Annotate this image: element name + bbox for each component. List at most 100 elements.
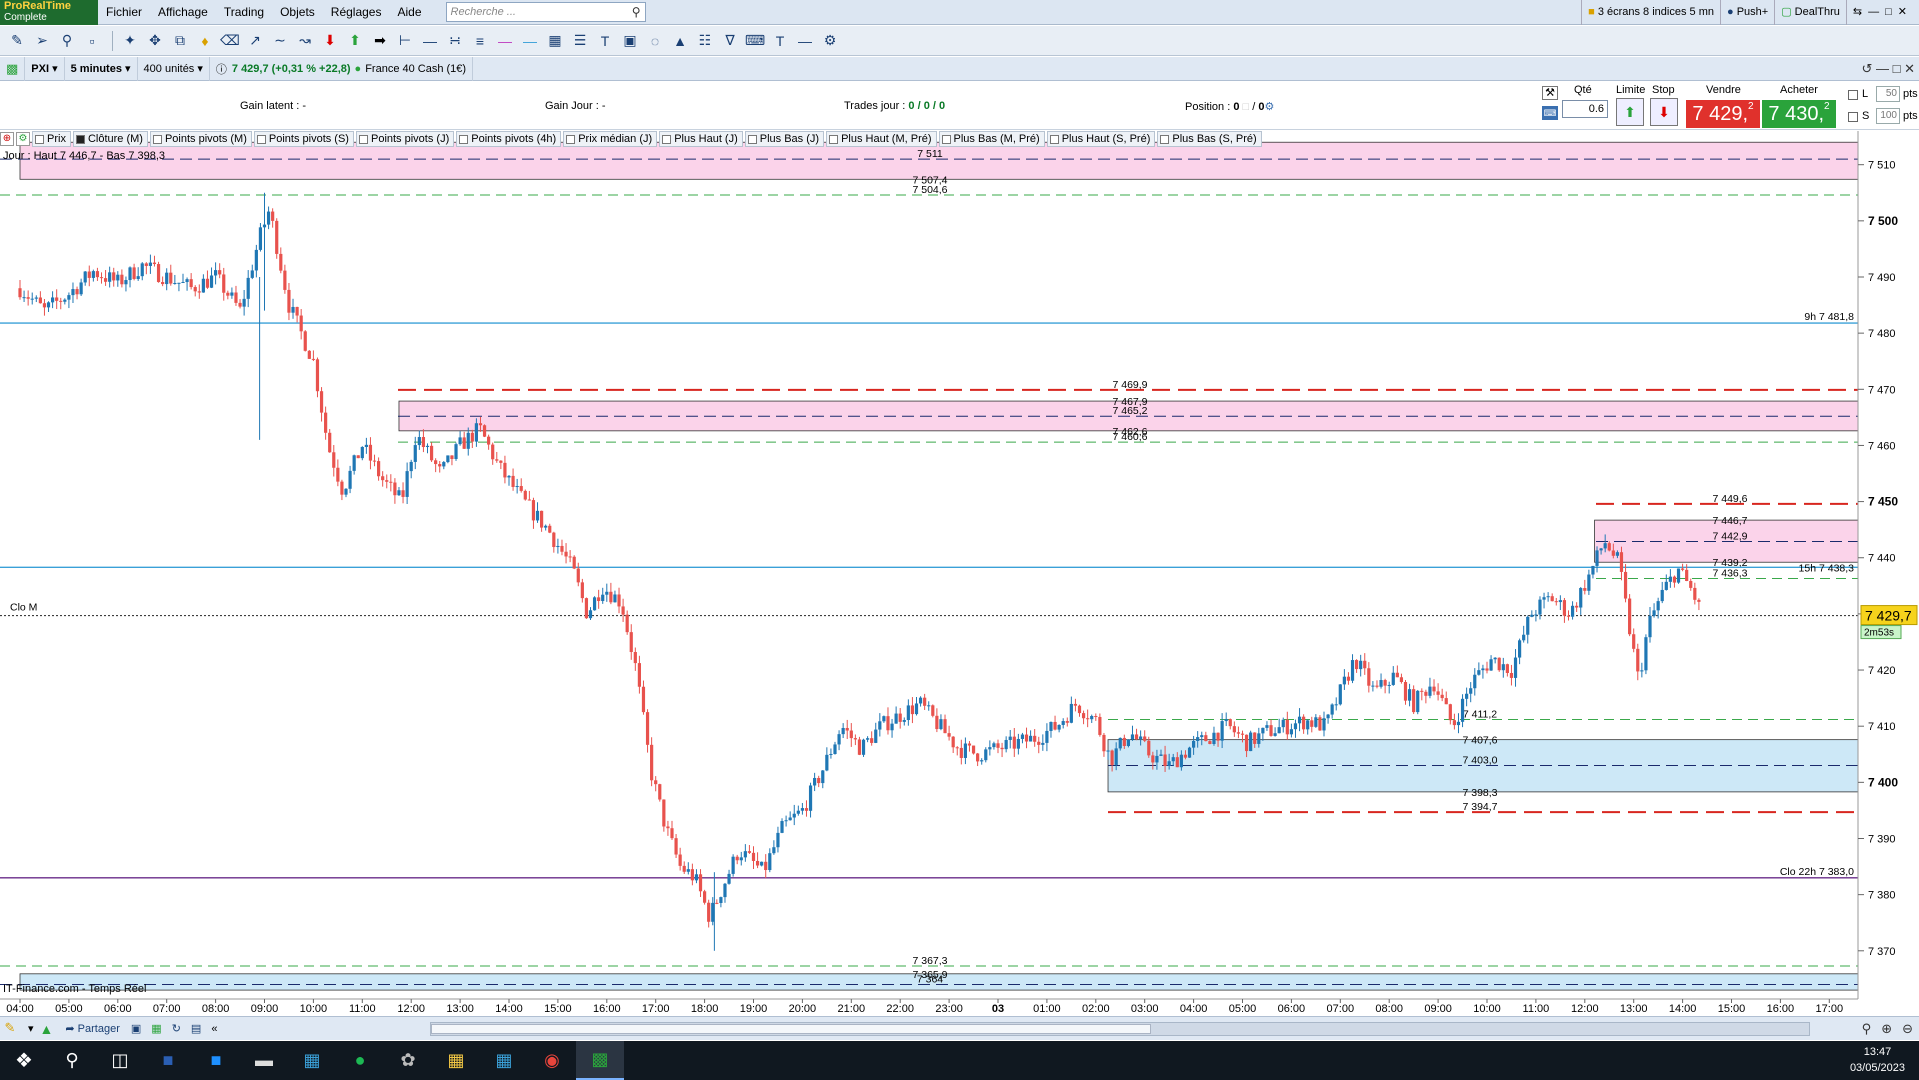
magnet-icon[interactable]: ✦ xyxy=(119,30,141,52)
indicator-prix-median[interactable]: Prix médian (J) xyxy=(563,131,658,147)
cursor-icon[interactable]: ➢ xyxy=(31,30,53,52)
pitchfork-icon[interactable]: ☰ xyxy=(569,30,591,52)
rect-icon[interactable]: ▣ xyxy=(619,30,641,52)
dropdown-icon[interactable]: ▾ xyxy=(28,1022,34,1035)
limit-order-button[interactable]: ⬆ xyxy=(1616,98,1644,126)
timeframe-selector[interactable]: 5 minutes ▾ xyxy=(65,56,138,81)
gann-icon[interactable]: ▦ xyxy=(544,30,566,52)
menu-aide[interactable]: Aide xyxy=(389,0,429,25)
limit-checkbox[interactable] xyxy=(1848,90,1858,100)
stop-pts-input[interactable]: 100 xyxy=(1876,108,1900,124)
settings-icon[interactable]: ⚙ xyxy=(819,30,841,52)
parrot-app-icon[interactable]: ✿ xyxy=(384,1041,432,1080)
menu-affichage[interactable]: Affichage xyxy=(150,0,216,25)
label-icon[interactable]: T xyxy=(769,30,791,52)
indicator-pivots-j[interactable]: Points pivots (J) xyxy=(355,131,455,147)
stop-checkbox[interactable] xyxy=(1848,112,1858,122)
copy-icon[interactable]: ⧉ xyxy=(169,30,191,52)
menu-fichier[interactable]: Fichier xyxy=(98,0,150,25)
workspace-layout[interactable]: ■ 3 écrans 8 indices 5 mn xyxy=(1581,0,1720,25)
measure-icon[interactable]: ∇ xyxy=(719,30,741,52)
indicator-plus-bas-s[interactable]: Plus Bas (S, Pré) xyxy=(1157,131,1262,147)
units-selector[interactable]: 400 unités ▾ xyxy=(138,56,210,81)
push-button[interactable]: ● Push+ xyxy=(1719,0,1774,25)
ruler-icon[interactable]: ▫ xyxy=(81,30,103,52)
task-view-icon[interactable]: ◫ xyxy=(96,1041,144,1080)
arrow-up-icon[interactable]: ⬆ xyxy=(344,30,366,52)
windows-start-icon[interactable]: ❖ xyxy=(0,1041,48,1080)
broker-button[interactable]: ▢ DealThru xyxy=(1774,0,1846,25)
chart-window-controls[interactable]: ↺ — □ ✕ xyxy=(1862,57,1915,81)
indicator-pivots-m[interactable]: Points pivots (M) xyxy=(149,131,252,147)
trendline-icon[interactable]: ↗ xyxy=(244,30,266,52)
indicator-plus-bas-m[interactable]: Plus Bas (M, Pré) xyxy=(938,131,1045,147)
trash-icon[interactable]: ⌫ xyxy=(219,30,241,52)
ray-icon[interactable]: ↝ xyxy=(294,30,316,52)
indicator-pivots-s[interactable]: Points pivots (S) xyxy=(253,131,354,147)
screen-icon[interactable]: ▣ xyxy=(131,1022,141,1035)
chart-type-icon[interactable]: ▲ xyxy=(40,1021,54,1037)
collapse-icon[interactable]: « xyxy=(211,1023,217,1035)
keyboard-icon[interactable]: ⌨ xyxy=(1542,106,1558,120)
menu-trading[interactable]: Trading xyxy=(216,0,272,25)
prorealtime-taskbar-icon[interactable]: ▩ xyxy=(576,1041,624,1080)
hline-icon[interactable]: ⊢ xyxy=(394,30,416,52)
ellipse-icon[interactable]: ◌ xyxy=(644,30,666,52)
lock-icon[interactable]: ▤ xyxy=(191,1022,201,1035)
zoom-in-icon[interactable]: ⊕ xyxy=(1881,1021,1892,1037)
indicator-plus-haut-m[interactable]: Plus Haut (M, Pré) xyxy=(826,131,937,147)
store-icon[interactable]: ▦ xyxy=(288,1041,336,1080)
alarm-icon[interactable]: ♦ xyxy=(194,30,216,52)
qty-input[interactable]: 0.6 xyxy=(1562,100,1608,118)
scrollbar-thumb[interactable] xyxy=(431,1024,1151,1034)
arrow-down-icon[interactable]: ⬇ xyxy=(319,30,341,52)
refresh-icon[interactable]: ↻ xyxy=(172,1022,181,1035)
buy-button[interactable]: 7 430,2 xyxy=(1762,100,1836,128)
price-chart[interactable]: 7 511 7 507,4 7 504,6 7 469,9 7 467,9 7 465,2… xyxy=(0,131,1919,1016)
channel-icon[interactable]: ∺ xyxy=(444,30,466,52)
chart-menu-icon[interactable]: ▩ xyxy=(0,56,26,81)
brush-icon[interactable]: ⌨ xyxy=(744,30,766,52)
draw-mode-icon[interactable]: ✎ xyxy=(0,1021,20,1036)
indicator-plus-bas-j[interactable]: Plus Bas (J) xyxy=(744,131,825,147)
pink-line-icon[interactable]: — xyxy=(494,30,516,52)
time-scrollbar[interactable] xyxy=(430,1022,1810,1036)
window-controls[interactable]: ⇆—□✕ xyxy=(1845,0,1919,25)
order-tool-icon[interactable]: ⚒ xyxy=(1542,86,1558,100)
pencil-icon[interactable]: ✎ xyxy=(6,30,28,52)
edge-icon[interactable]: ■ xyxy=(192,1041,240,1080)
excel-icon[interactable]: ▦ xyxy=(151,1022,161,1035)
arrow-right-icon[interactable]: ➡ xyxy=(369,30,391,52)
calculator-icon[interactable]: ▦ xyxy=(480,1041,528,1080)
indicator-pivots-4h[interactable]: Points pivots (4h) xyxy=(456,131,562,147)
taskbar-search-icon[interactable]: ⚲ xyxy=(48,1041,96,1080)
indicator-cloture-m[interactable]: Clôture (M) xyxy=(72,131,148,147)
add-indicator-icon[interactable]: ⊕ xyxy=(0,132,14,146)
info-icon[interactable]: ⓘ xyxy=(216,61,227,77)
move-icon[interactable]: ✥ xyxy=(144,30,166,52)
zoom-reset-icon[interactable]: ⚲ xyxy=(1862,1021,1872,1037)
horizontal-line-icon[interactable]: ― xyxy=(419,30,441,52)
menu-objets[interactable]: Objets xyxy=(272,0,323,25)
fan-icon[interactable]: ▲ xyxy=(669,30,691,52)
share-button[interactable]: ➦ Partager xyxy=(59,1022,125,1036)
text-icon[interactable]: T xyxy=(594,30,616,52)
limit-pts-input[interactable]: 50 xyxy=(1876,86,1900,102)
properties-icon[interactable]: ⚙ xyxy=(16,132,30,146)
indicator-plus-haut-s[interactable]: Plus Haut (S, Pré) xyxy=(1046,131,1156,147)
zoom-controls[interactable]: ⚲ ⊕ ⊖ xyxy=(1862,1017,1913,1041)
sell-button[interactable]: 7 429,2 xyxy=(1686,100,1760,128)
zoom-icon[interactable]: ⚲ xyxy=(56,30,78,52)
indicator-plus-haut-j[interactable]: Plus Haut (J) xyxy=(659,131,743,147)
fib-icon[interactable]: ≡ xyxy=(469,30,491,52)
indicator-prix[interactable]: Prix xyxy=(32,131,71,147)
chart-canvas[interactable]: 7 5117 507,47 504,67 469,97 467,97 465,2… xyxy=(0,131,1919,1016)
word-icon[interactable]: ■ xyxy=(144,1041,192,1080)
search-icon[interactable]: ⚲ xyxy=(632,5,641,19)
zoom-out-icon[interactable]: ⊖ xyxy=(1902,1021,1913,1037)
stop-order-button[interactable]: ⬇ xyxy=(1650,98,1678,126)
chrome-icon[interactable]: ◉ xyxy=(528,1041,576,1080)
search-input[interactable]: Recherche ... ⚲ xyxy=(445,2,646,22)
cycle-icon[interactable]: ☷ xyxy=(694,30,716,52)
menu-reglages[interactable]: Réglages xyxy=(323,0,390,25)
